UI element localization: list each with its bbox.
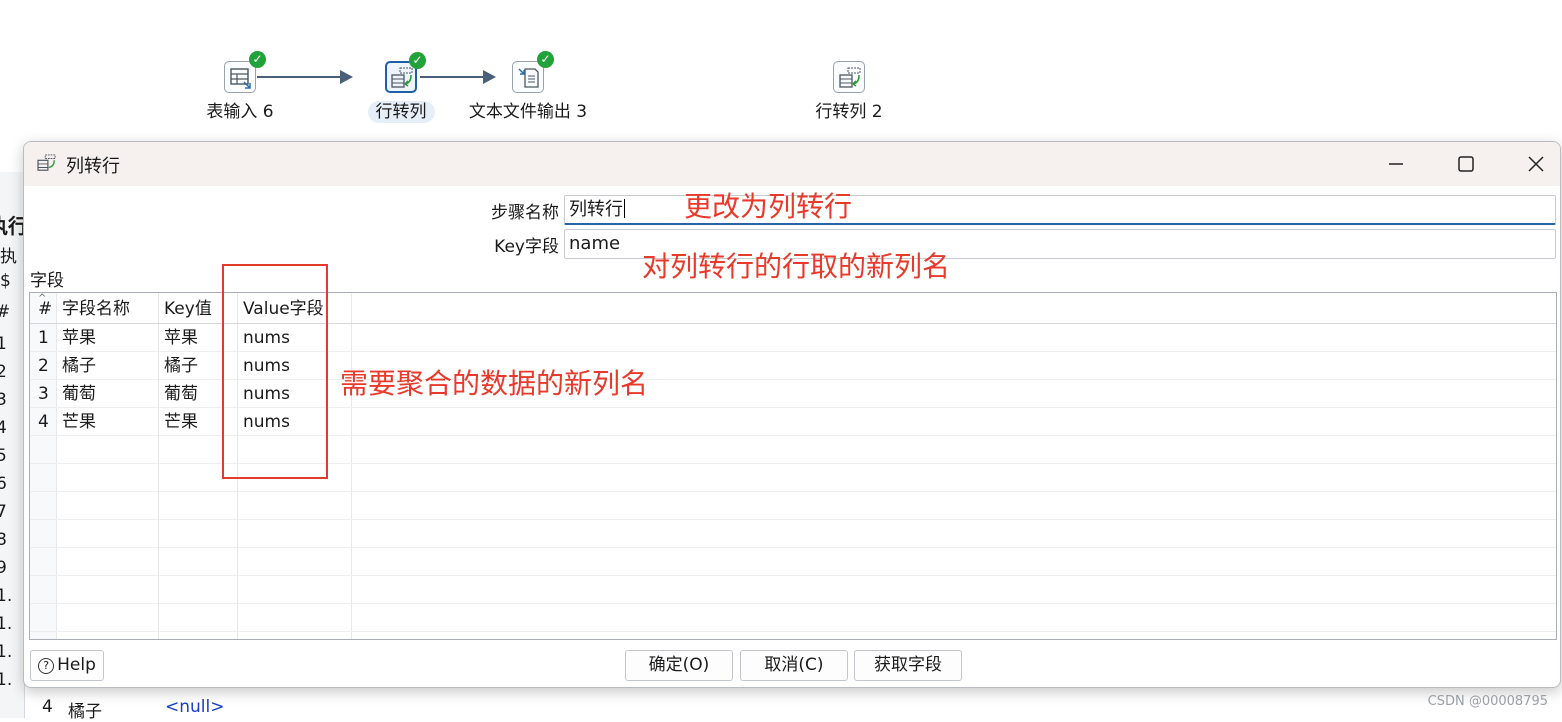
canvas-step-label: 表输入 6 xyxy=(206,102,274,122)
canvas-step-label: 行转列 xyxy=(367,101,435,123)
step-name-label: 步骤名称 xyxy=(491,203,559,223)
field-name-cell[interactable]: 苹果 xyxy=(62,327,96,349)
canvas-step-row-normaliser[interactable]: ✓ 行转列 xyxy=(341,52,461,123)
close-button[interactable] xyxy=(1508,146,1560,182)
annotation-value-field: 需要聚合的数据的新列名 xyxy=(340,367,649,400)
key-value-cell[interactable]: 橘子 xyxy=(164,355,198,377)
field-name-cell[interactable]: 芒果 xyxy=(62,411,96,433)
row-number: 1 xyxy=(0,334,7,354)
row-number: 3 xyxy=(0,390,7,410)
help-label: Help xyxy=(57,655,96,675)
field-name-cell[interactable]: 橘子 xyxy=(62,355,96,377)
maximize-button[interactable] xyxy=(1438,146,1494,182)
key-value-cell[interactable]: 苹果 xyxy=(164,327,198,349)
status-ok-icon: ✓ xyxy=(409,52,426,69)
row-number: 8 xyxy=(0,530,7,550)
row-normaliser-icon xyxy=(833,61,865,93)
key-field-label: Key字段 xyxy=(494,237,559,257)
row-number: 1. xyxy=(0,614,13,634)
row-number: 6 xyxy=(0,474,7,494)
step-name-value: 列转行 xyxy=(569,199,623,220)
canvas-step-label: 文本文件输出 3 xyxy=(468,102,588,122)
maximize-icon xyxy=(1458,156,1474,172)
preview-row-num: 4 xyxy=(42,697,53,717)
text-file-output-icon: ✓ xyxy=(512,51,554,93)
preview-row-value: <null> xyxy=(165,697,225,717)
annotation-step-name: 更改为列转行 xyxy=(684,190,853,223)
canvas-step-text-file-output[interactable]: ✓ 文本文件输出 3 xyxy=(468,51,588,123)
row-normaliser-icon xyxy=(37,154,57,176)
minimize-button[interactable] xyxy=(1368,146,1424,182)
row-index: 3 xyxy=(38,384,49,404)
minimize-icon xyxy=(1389,163,1403,165)
col-header-key-value[interactable]: Key值 xyxy=(164,298,212,320)
annotation-key-field: 对列转行的行取的新列名 xyxy=(642,250,951,283)
row-number: 9 xyxy=(0,558,7,578)
canvas-step-label: 行转列 2 xyxy=(815,102,883,122)
radio-option[interactable]: 执 xyxy=(0,242,17,267)
cancel-button[interactable]: 取消(C) xyxy=(740,650,848,681)
execution-results-panel: 执行 执 $ # 1 2 3 4 5 6 7 8 9 1. 1. 1. 1. xyxy=(0,172,25,718)
preview-row-name: 橘子 xyxy=(68,702,102,722)
table-input-icon: ✓ xyxy=(224,51,266,93)
watermark: CSDN @00008795 xyxy=(1427,694,1548,709)
row-number: 1. xyxy=(0,586,13,606)
get-fields-button[interactable]: 获取字段 xyxy=(854,650,962,681)
status-ok-icon: ✓ xyxy=(537,51,554,68)
row-number: 1. xyxy=(0,642,13,662)
help-button[interactable]: ? Help xyxy=(30,650,104,681)
row-number: 2 xyxy=(0,362,7,382)
key-value-cell[interactable]: 芒果 xyxy=(164,411,198,433)
row-index: 2 xyxy=(38,356,49,376)
panel-title: 执行 xyxy=(0,210,24,239)
row-index: 1 xyxy=(38,328,49,348)
row-number: 1. xyxy=(0,670,13,690)
canvas-step-row-normaliser-2[interactable]: 行转列 2 xyxy=(789,61,909,123)
fields-section-title: 字段 xyxy=(30,271,64,291)
row-number: 4 xyxy=(0,418,7,438)
row-number: 5 xyxy=(0,446,7,466)
radio-option[interactable]: $ xyxy=(0,271,11,291)
dialog-title: 列转行 xyxy=(66,156,120,177)
canvas-step-table-input[interactable]: ✓ 表输入 6 xyxy=(180,51,300,123)
dialog-titlebar[interactable]: 列转行 xyxy=(24,142,1560,186)
hop-arrow[interactable] xyxy=(257,70,353,84)
row-index: 4 xyxy=(38,412,49,432)
status-ok-icon: ✓ xyxy=(249,51,266,68)
key-field-value: name xyxy=(569,233,621,254)
row-number: # xyxy=(0,302,10,322)
row-normaliser-icon: ✓ xyxy=(385,52,426,93)
col-header-field-name[interactable]: 字段名称 xyxy=(62,298,130,320)
ok-button[interactable]: 确定(O) xyxy=(625,650,733,681)
close-icon xyxy=(1528,156,1544,172)
col-header-num[interactable]: # xyxy=(38,298,52,320)
annotation-highlight-box xyxy=(222,264,328,479)
key-value-cell[interactable]: 葡萄 xyxy=(164,383,198,405)
help-icon: ? xyxy=(38,658,55,674)
field-name-cell[interactable]: 葡萄 xyxy=(62,383,96,405)
row-number: 7 xyxy=(0,502,7,522)
